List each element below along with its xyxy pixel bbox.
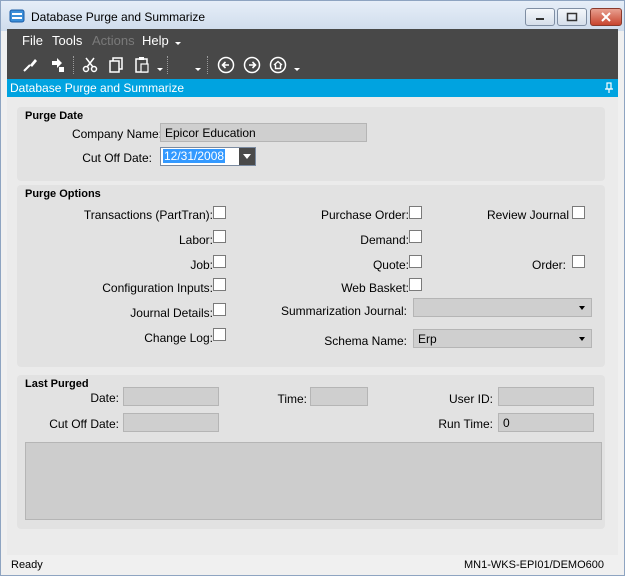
schema-name-value: Erp [418,332,437,346]
journal-details-checkbox[interactable] [213,303,226,316]
user-id-label: User ID: [448,392,493,406]
pin-icon[interactable] [604,82,614,94]
purge-log-area[interactable] [25,442,602,520]
purge-date-group: Purge Date Company Name: Epicor Educatio… [17,107,605,181]
web-basket-label: Web Basket: [341,281,409,295]
menu-actions[interactable]: Actions [92,33,135,48]
summarization-journal-label: Summarization Journal: [280,304,407,318]
last-date-field [123,387,219,406]
schema-name-select[interactable]: Erp [413,329,592,348]
configuration-inputs-label: Configuration Inputs: [102,281,213,295]
close-icon [601,12,611,22]
change-log-label: Change Log: [144,331,213,345]
menu-overflow-icon[interactable] [175,42,181,45]
form-content: Purge Date Company Name: Epicor Educatio… [7,97,618,555]
app-window: Database Purge and Summarize File Tools … [0,0,625,576]
menu-file[interactable]: File [22,33,43,48]
menu-bar: File Tools Actions Help [7,29,618,51]
cutoff-date-value: 12/31/2008 [163,149,226,163]
purchase-order-label: Purchase Order: [320,208,409,222]
job-label: Job: [190,258,213,272]
toolbar-separator [207,56,208,74]
chevron-down-icon [579,337,585,341]
summarization-journal-select[interactable] [413,298,592,317]
paste-icon[interactable] [133,56,151,74]
clear-icon[interactable] [21,56,39,74]
review-journal-label: Review Journal [486,208,569,222]
journal-details-label: Journal Details: [130,306,213,320]
transactions-checkbox[interactable] [213,206,226,219]
maximize-icon [566,12,578,22]
transactions-label: Transactions (PartTran): [83,208,213,222]
demand-label: Demand: [360,233,409,247]
toolbar-separator [167,56,168,74]
quote-label: Quote: [372,258,409,272]
status-text: Ready [11,559,43,571]
home-dropdown-icon[interactable] [294,68,300,71]
run-time-label: Run Time: [438,417,493,431]
last-cutoff-label: Cut Off Date: [49,417,119,431]
review-journal-checkbox[interactable] [572,206,585,219]
menu-tools[interactable]: Tools [52,33,82,48]
web-basket-checkbox[interactable] [409,278,422,291]
group-title: Purge Date [25,110,84,122]
group-title: Last Purged [25,378,89,390]
labor-checkbox[interactable] [213,230,226,243]
order-checkbox[interactable] [572,255,585,268]
close-button[interactable] [590,8,622,26]
group-title: Purge Options [25,188,101,200]
copy-icon[interactable] [107,56,125,74]
back-icon[interactable] [217,56,235,74]
last-cutoff-field [123,413,219,432]
job-checkbox[interactable] [213,255,226,268]
database-icon [9,9,25,23]
purge-options-group: Purge Options Transactions (PartTran): P… [17,185,605,367]
window-title: Database Purge and Summarize [31,10,206,24]
server-info: MN1-WKS-EPI01/DEMO600 [464,559,604,571]
last-time-field [310,387,368,406]
quote-checkbox[interactable] [409,255,422,268]
form-header: Database Purge and Summarize [7,79,618,97]
forward-icon[interactable] [243,56,261,74]
minimize-button[interactable] [525,8,555,26]
toolbar [7,51,618,79]
schema-name-label: Schema Name: [324,334,407,348]
save-icon[interactable] [49,56,67,74]
home-icon[interactable] [269,56,287,74]
menu-help[interactable]: Help [142,33,169,48]
form-title: Database Purge and Summarize [10,81,185,95]
configuration-inputs-checkbox[interactable] [213,278,226,291]
company-name-label: Company Name: [71,127,162,141]
minimize-icon [536,18,544,20]
paste-dropdown-icon[interactable] [157,68,163,71]
labor-label: Labor: [178,233,213,247]
last-time-label: Time: [277,392,307,406]
cut-icon[interactable] [81,56,99,74]
maximize-button[interactable] [557,8,587,26]
status-bar: Ready MN1-WKS-EPI01/DEMO600 [7,555,618,575]
demand-checkbox[interactable] [409,230,422,243]
cutoff-date-label: Cut Off Date: [82,151,152,165]
cutoff-date-input[interactable]: 12/31/2008 [160,147,256,166]
change-log-checkbox[interactable] [213,328,226,341]
last-date-label: Date: [90,391,119,405]
last-purged-group: Last Purged Date: Time: User ID: Cut Off… [17,375,605,529]
user-id-field [498,387,594,406]
order-label: Order: [531,258,566,272]
title-bar: Database Purge and Summarize [1,1,624,31]
run-time-field: 0 [498,413,594,432]
toolbar-overflow-icon[interactable] [195,68,201,71]
company-name-field: Epicor Education [160,123,367,142]
purchase-order-checkbox[interactable] [409,206,422,219]
toolbar-separator [73,56,74,74]
calendar-dropdown-icon[interactable] [239,148,255,165]
chevron-down-icon [579,306,585,310]
